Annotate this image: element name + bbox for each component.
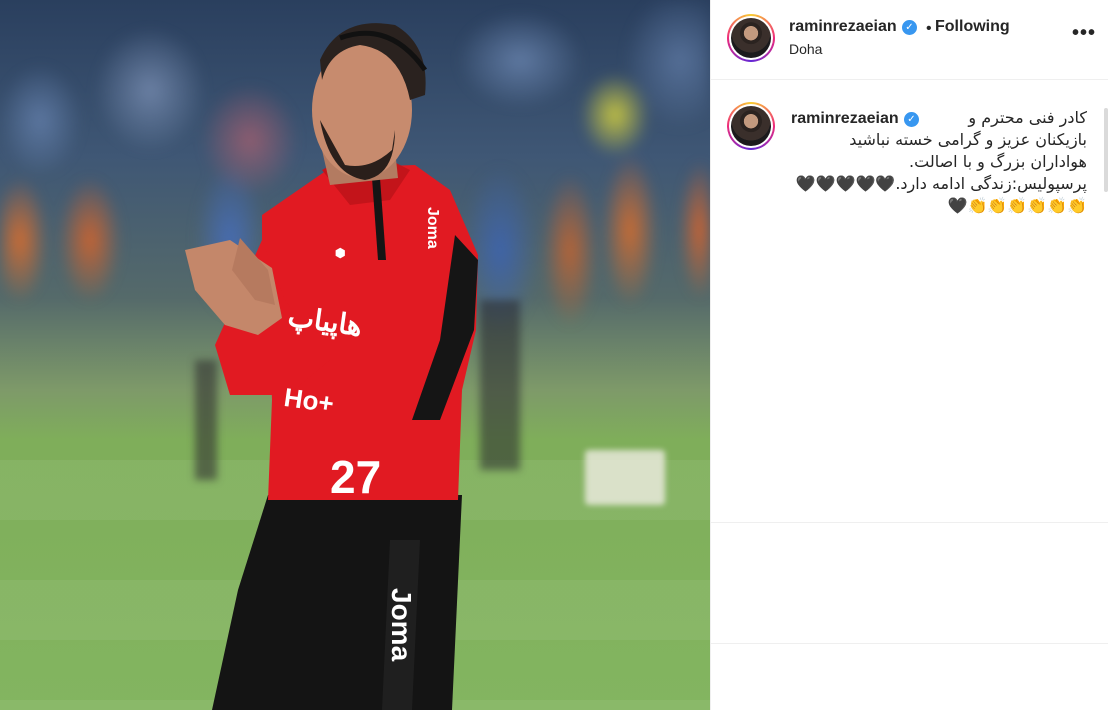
location-link[interactable]: Doha xyxy=(789,41,822,57)
post-caption: کادر فنی محترم و بازیکنان عزیز و گرامی خ… xyxy=(787,107,1087,217)
player-shorts xyxy=(212,495,462,710)
caption-line: پرسپولیس:زندگی ادامه دارد.🖤🖤🖤🖤🖤 xyxy=(795,174,1087,193)
post-side-panel: raminrezaeian ✓ • Following Doha ••• ram… xyxy=(710,0,1108,710)
avatar-image xyxy=(731,18,771,58)
instagram-post: ⬢ هاپیاپ Ho+ 27 Joma Joma raminrezaeian … xyxy=(0,0,1108,710)
caption-line: 👏👏👏👏👏👏🖤 xyxy=(947,196,1087,215)
jersey-logo: ⬢ xyxy=(335,246,345,260)
post-photo[interactable]: ⬢ هاپیاپ Ho+ 27 Joma Joma xyxy=(0,0,710,710)
caption-avatar[interactable] xyxy=(727,102,775,150)
caption-line: کادر فنی محترم و xyxy=(968,108,1087,127)
caption-line: هواداران بزرگ و با اصالت. xyxy=(909,152,1087,171)
comments-scrollbar[interactable] xyxy=(1104,108,1108,192)
verified-badge-icon: ✓ xyxy=(902,20,917,35)
shorts-brand: Joma xyxy=(386,588,417,662)
divider xyxy=(711,643,1108,644)
jersey-number: 27 xyxy=(330,451,381,503)
jersey-brand-sleeve: Joma xyxy=(424,207,441,249)
more-options-icon[interactable]: ••• xyxy=(1072,22,1096,45)
profile-avatar[interactable] xyxy=(727,14,775,62)
caption-line: بازیکنان عزیز و گرامی خسته نباشید xyxy=(849,130,1087,149)
divider xyxy=(711,522,1108,523)
separator-dot: • xyxy=(926,20,932,37)
post-header: raminrezaeian ✓ • Following Doha ••• xyxy=(711,0,1108,80)
avatar-image xyxy=(731,106,771,146)
following-button[interactable]: Following xyxy=(935,18,1010,36)
player-figure: ⬢ هاپیاپ Ho+ 27 Joma Joma xyxy=(185,23,478,710)
header-username-link[interactable]: raminrezaeian xyxy=(789,18,897,36)
